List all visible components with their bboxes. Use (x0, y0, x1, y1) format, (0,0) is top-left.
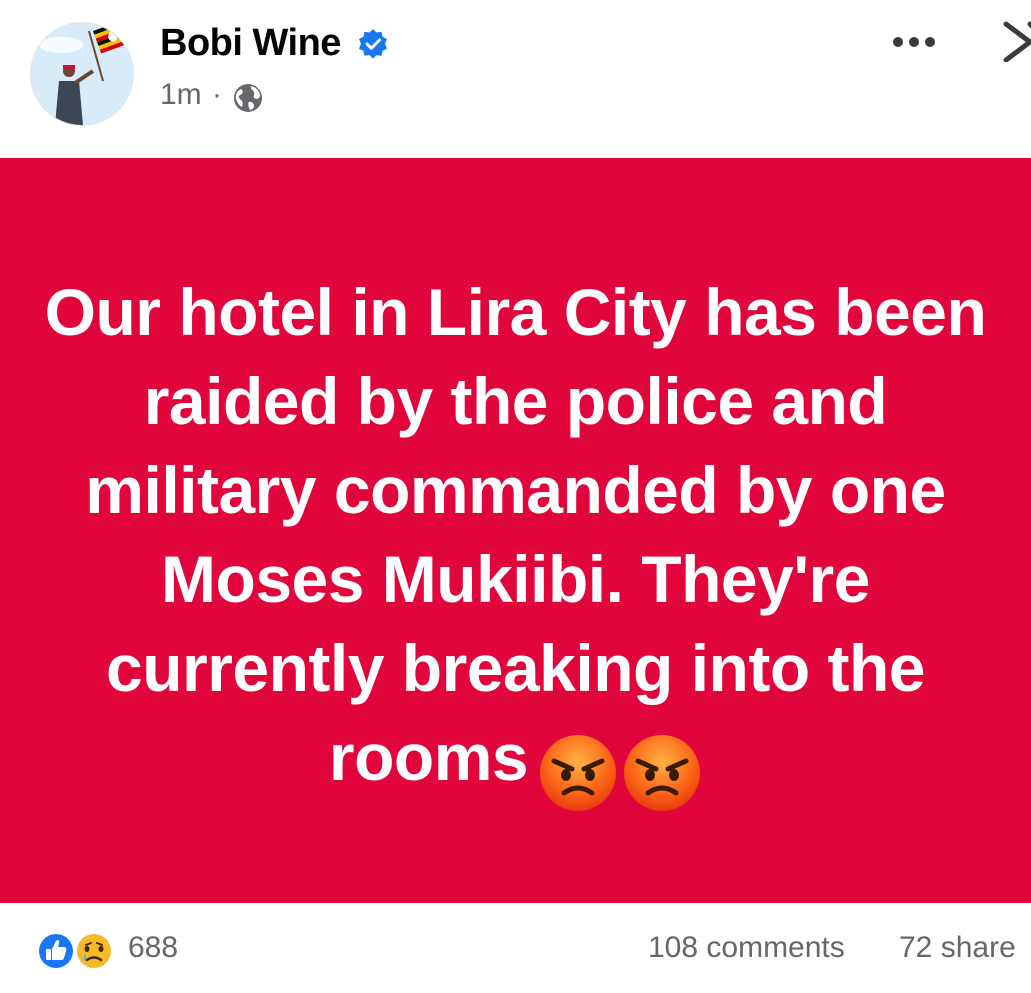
more-options-icon (925, 37, 935, 47)
close-icon[interactable] (1000, 18, 1031, 62)
more-options-button[interactable] (884, 22, 944, 62)
author-name[interactable]: Bobi Wine (160, 22, 341, 65)
globe-icon (234, 84, 262, 112)
post-body-text: Our hotel in Lira City has been raided b… (36, 268, 996, 813)
post-header: Bobi Wine 1m · (0, 0, 1031, 158)
avatar-image (31, 23, 133, 125)
sad-face-icon (75, 932, 113, 970)
author-avatar[interactable] (30, 22, 134, 126)
angry-face-emoji (624, 734, 701, 811)
shares-count[interactable]: 72 share (899, 931, 1016, 965)
angry-face-emoji (540, 734, 617, 811)
post-body-text-content: Our hotel in Lira City has been raided b… (44, 275, 987, 795)
reaction-icons[interactable] (34, 929, 124, 973)
comments-count[interactable]: 108 comments (648, 931, 845, 965)
post-footer: 688 108 comments 72 share (0, 903, 1031, 993)
post-text-card: Our hotel in Lira City has been raided b… (0, 158, 1031, 903)
reaction-count[interactable]: 688 (128, 931, 178, 965)
timestamp-separator: · (212, 78, 222, 111)
more-options-icon (893, 37, 903, 47)
trailing-emojis (534, 723, 702, 813)
like-icon (37, 932, 75, 970)
post-timestamp[interactable]: 1m (160, 78, 202, 112)
verified-badge-icon (359, 29, 387, 59)
more-options-icon (909, 37, 919, 47)
